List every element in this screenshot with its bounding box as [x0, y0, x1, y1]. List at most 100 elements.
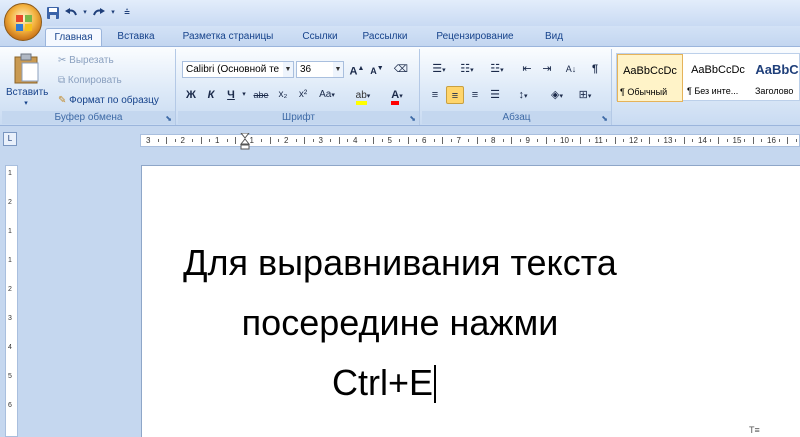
ruler-label: 4: [353, 136, 358, 145]
tab-selector[interactable]: L: [3, 132, 17, 146]
chevron-down-icon[interactable]: ▾: [82, 6, 88, 20]
chevron-down-icon[interactable]: ▾: [240, 86, 248, 104]
shading-button[interactable]: ◈▾: [544, 86, 570, 104]
ruler-tick: [261, 139, 263, 142]
ruler-label: 16: [767, 136, 776, 145]
clipboard-icon: [14, 53, 39, 84]
show-marks-button[interactable]: ¶: [586, 60, 604, 78]
clear-formatting-button[interactable]: ⌫: [392, 60, 410, 78]
format-painter-button[interactable]: ✎ Формат по образцу: [58, 93, 159, 109]
tab-references[interactable]: Ссылки: [294, 28, 346, 46]
underline-button[interactable]: Ч: [222, 86, 240, 104]
tab-mailings[interactable]: Рассылки: [354, 28, 416, 46]
strikethrough-button[interactable]: abe: [252, 86, 270, 104]
line-spacing-button[interactable]: ↕▾: [510, 86, 536, 104]
ruler-label: 2: [8, 199, 12, 206]
shrink-font-button[interactable]: A▼: [368, 60, 386, 78]
ruler-tick: [192, 139, 194, 142]
bullets-button[interactable]: ☰▾: [426, 60, 452, 78]
justify-button[interactable]: ☰: [486, 86, 504, 104]
ruler-tick: [450, 139, 452, 142]
tab-review[interactable]: Рецензирование: [424, 28, 526, 46]
office-button[interactable]: [4, 3, 42, 41]
style-sample: AaBbCcDc: [691, 64, 745, 76]
italic-button[interactable]: К: [202, 86, 220, 104]
ruler-tick: [649, 137, 651, 144]
superscript-button[interactable]: x²: [294, 86, 312, 104]
chevron-down-icon[interactable]: ▾: [110, 6, 116, 20]
font-size-combo[interactable]: 36 ▼: [296, 61, 344, 78]
decrease-indent-button[interactable]: ⇤: [518, 60, 536, 78]
style-sample: AaBbC: [755, 62, 799, 77]
align-left-button[interactable]: ≡: [426, 86, 444, 104]
paste-button[interactable]: Вставить ▾: [6, 51, 49, 109]
ruler-tick: [519, 139, 521, 142]
chevron-down-icon[interactable]: ▼: [283, 62, 293, 77]
multilevel-list-button[interactable]: ☳▾: [484, 60, 510, 78]
highlight-button[interactable]: ab▾: [350, 86, 376, 105]
ruler-tick: [726, 139, 728, 142]
horizontal-ruler[interactable]: 3 2 1 1 2 3 4 5 6 7 8 9 10 11 12 13 14 15 16: [140, 133, 800, 150]
paste-label: Вставить: [6, 87, 49, 98]
multilevel-list-icon: ☳: [490, 63, 501, 75]
ruler-tick: [718, 137, 720, 144]
style-sample: AaBbCcDc: [623, 65, 677, 77]
document-line-cursor[interactable]: Ctrl+E: [0, 362, 784, 404]
undo-icon[interactable]: [64, 6, 78, 20]
numbering-button[interactable]: ☷▾: [454, 60, 480, 78]
font-color-button[interactable]: A▾: [384, 86, 410, 105]
ruler-tick: [399, 139, 401, 142]
document-line[interactable]: Для выравнивания текста: [0, 242, 800, 284]
text-cursor: [434, 365, 437, 403]
document-line[interactable]: посередине нажми: [0, 302, 800, 344]
grow-font-button[interactable]: A▲: [348, 60, 366, 78]
ruler-tick: [588, 139, 590, 142]
font-size-value: 36: [300, 64, 312, 75]
tab-home[interactable]: Главная: [45, 28, 102, 46]
dialog-launcher-icon[interactable]: ⬊: [165, 114, 172, 123]
document-line[interactable]: Ctrl+E: [332, 362, 433, 403]
bullet-list-icon: ☰: [432, 63, 443, 75]
customize-icon[interactable]: ⩮: [120, 6, 134, 20]
font-name-combo[interactable]: Calibri (Основной те ▼: [182, 61, 294, 78]
format-painter-label: Формат по образцу: [69, 95, 159, 106]
cut-button[interactable]: ✂ Вырезать: [58, 53, 114, 69]
justify-icon: ☰: [490, 89, 500, 101]
quick-access-toolbar: ▾ ▾ ⩮: [46, 5, 134, 21]
style-normal[interactable]: AaBbCcDc ¶ Обычный: [617, 54, 683, 102]
style-no-spacing[interactable]: AaBbCcDc ¶ Без инте...: [685, 54, 751, 102]
tab-page-layout[interactable]: Разметка страницы: [172, 28, 284, 46]
sort-button[interactable]: A↓: [562, 60, 580, 78]
style-name: Заголово: [755, 86, 794, 96]
ruler-tick: [752, 137, 754, 144]
style-heading[interactable]: AaBbC Заголово: [753, 54, 800, 102]
ruler-tick: [373, 137, 375, 144]
ruler-tick: [338, 137, 340, 144]
ruler-tick: [606, 139, 608, 142]
grow-font-icon: A: [349, 65, 358, 78]
ruler-label: 4: [8, 344, 12, 351]
copy-button[interactable]: ⧉ Копировать: [58, 73, 122, 89]
font-group: Calibri (Основной те ▼ 36 ▼ A▲ A▼ ⌫ Ж К …: [178, 49, 420, 125]
change-case-button[interactable]: Aa▾: [316, 86, 338, 104]
borders-button[interactable]: ⊞▾: [572, 86, 598, 104]
ruler-tick: [269, 137, 271, 144]
save-icon[interactable]: [46, 6, 60, 20]
cut-label: Вырезать: [69, 55, 114, 66]
tab-view[interactable]: Вид: [534, 28, 574, 46]
align-center-button[interactable]: ≡: [446, 86, 464, 104]
align-right-button[interactable]: ≡: [466, 86, 484, 104]
dialog-launcher-icon[interactable]: ⬊: [409, 114, 416, 123]
dialog-launcher-icon[interactable]: ⬊: [601, 114, 608, 123]
redo-icon[interactable]: [92, 6, 106, 20]
ruler-tick: [640, 139, 642, 142]
subscript-button[interactable]: x₂: [274, 86, 292, 104]
ruler-tick: [502, 139, 504, 142]
chevron-down-icon[interactable]: ▼: [333, 62, 343, 77]
indent-marker-icon[interactable]: [240, 133, 250, 150]
tab-insert[interactable]: Вставка: [110, 28, 162, 46]
increase-indent-button[interactable]: ⇥: [538, 60, 556, 78]
ruler-label: 1: [215, 136, 220, 145]
chevron-down-icon[interactable]: ▾: [6, 99, 46, 107]
bold-button[interactable]: Ж: [182, 86, 200, 104]
